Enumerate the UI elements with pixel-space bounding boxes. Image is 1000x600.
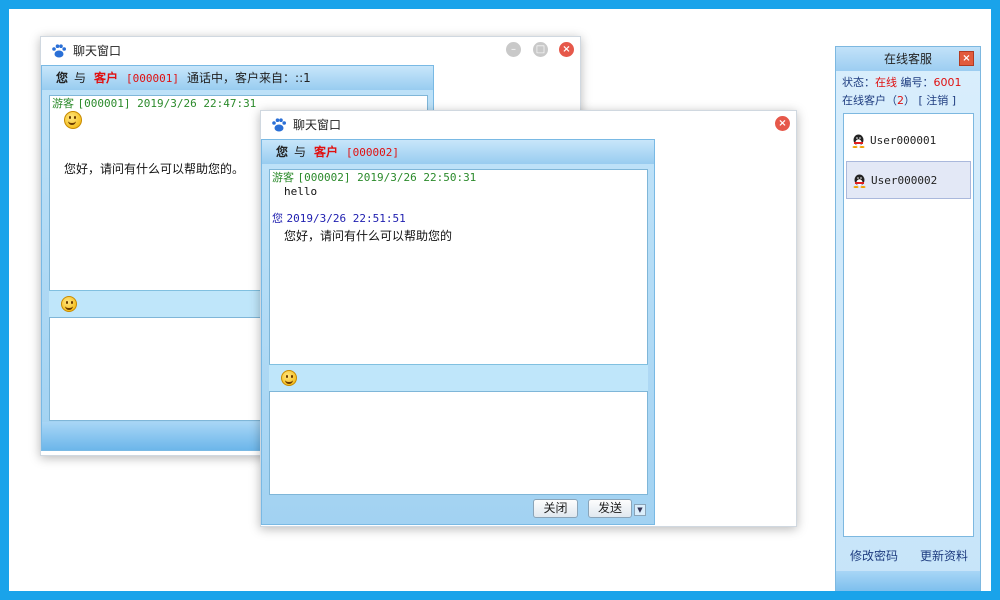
sidebar-footer xyxy=(836,571,980,599)
grin-emoji-icon xyxy=(64,111,82,129)
list-item[interactable]: User000001 xyxy=(846,122,971,160)
header-with: 与 xyxy=(74,71,87,85)
chat-panel: 您与客户 [000002] 游客 [000002] 2019/3/26 22:50… xyxy=(261,139,655,525)
message-meta: [000001] 2019/3/26 22:47:31 xyxy=(77,97,257,110)
online-label: 在线客户（ xyxy=(842,94,897,107)
message-meta: 2019/3/26 22:51:51 xyxy=(286,212,406,225)
send-options-chevron-down-icon[interactable]: ▼ xyxy=(634,504,646,516)
user-name: User000002 xyxy=(871,174,938,187)
header-role: 客户 xyxy=(314,145,339,159)
header-you: 您 xyxy=(56,71,69,85)
paw-logo-icon xyxy=(52,44,66,58)
online-count: 2 xyxy=(897,94,904,107)
message-item: 游客 [000002] 2019/3/26 22:50:31 xyxy=(272,171,476,185)
minimize-icon[interactable]: – xyxy=(506,42,521,57)
window-title: 聊天窗口 xyxy=(73,44,122,58)
message-sender: 您 xyxy=(272,212,283,225)
message-text: 您好，请问有什么可以帮助您的。 xyxy=(64,162,245,176)
message-text: 您好，请问有什么可以帮助您的 xyxy=(284,229,453,243)
close-icon[interactable]: × xyxy=(775,116,790,131)
header-customer-code: [000002] xyxy=(346,146,400,159)
online-close: ） xyxy=(904,94,915,107)
chat-header: 您与客户 [000001] 通话中，客户来自：::1 xyxy=(42,66,433,90)
user-list: User000001 User000002 xyxy=(843,113,974,537)
header-customer-code: [000001] xyxy=(126,72,180,85)
message-item: 游客 [000001] 2019/3/26 22:47:31 xyxy=(52,97,256,111)
agent-status: 状态：在线 编号：6001 xyxy=(842,74,962,90)
message-meta: [000002] 2019/3/26 22:50:31 xyxy=(297,171,477,184)
paw-logo-icon xyxy=(272,118,286,132)
update-profile-link[interactable]: 更新资料 xyxy=(920,547,968,564)
smiley-icon[interactable] xyxy=(61,296,77,312)
online-customers: 在线客户（2） [ 注销 ] xyxy=(842,92,956,108)
logout-link[interactable]: [ 注销 ] xyxy=(919,94,957,107)
close-icon[interactable]: × xyxy=(959,51,974,66)
window-titlebar[interactable]: 聊天窗口 – □ × xyxy=(41,37,580,63)
maximize-icon[interactable]: □ xyxy=(533,42,548,57)
message-sender: 游客 xyxy=(52,97,74,110)
header-status: 通话中，客户来自：::1 xyxy=(187,71,311,85)
close-button[interactable]: 关闭 xyxy=(533,499,578,518)
message-sender: 游客 xyxy=(272,171,294,184)
send-button[interactable]: 发送 xyxy=(588,499,632,518)
close-icon[interactable]: × xyxy=(559,42,574,57)
message-item: 您 2019/3/26 22:51:51 xyxy=(272,212,406,226)
smiley-icon[interactable] xyxy=(281,370,297,386)
window-title: 聊天窗口 xyxy=(293,118,342,132)
header-role: 客户 xyxy=(94,71,119,85)
id-label: 编号： xyxy=(900,76,934,89)
window-titlebar[interactable]: 聊天窗口 × xyxy=(261,111,796,137)
id-value: 6001 xyxy=(933,76,962,89)
emoji-toolbar xyxy=(269,364,648,392)
message-history[interactable]: 游客 [000002] 2019/3/26 22:50:31 hello 您 2… xyxy=(269,169,648,365)
status-label: 状态： xyxy=(842,76,875,89)
header-with: 与 xyxy=(294,145,307,159)
message-input[interactable] xyxy=(269,391,648,495)
message-text: hello xyxy=(284,185,318,198)
chat-window-2: 聊天窗口 × 您与客户 [000002] 游客 [000002] 2019/3/2… xyxy=(260,110,797,527)
status-value: 在线 xyxy=(875,76,897,89)
chat-header: 您与客户 [000002] xyxy=(262,140,654,164)
service-sidebar: 在线客服 × 状态：在线 编号：6001 在线客户（2） [ 注销 ] User… xyxy=(835,46,981,600)
list-item[interactable]: User000002 xyxy=(846,161,971,199)
penguin-user-icon xyxy=(853,174,866,188)
header-you: 您 xyxy=(276,145,289,159)
penguin-user-icon xyxy=(852,134,865,148)
change-password-link[interactable]: 修改密码 xyxy=(850,547,898,564)
user-name: User000001 xyxy=(870,134,937,147)
